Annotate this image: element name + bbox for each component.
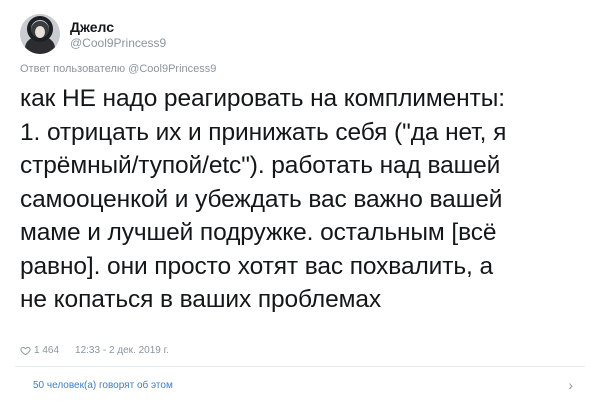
tweet-card: Джелс @Cool9Princess9 Ответ пользователю…	[0, 0, 600, 405]
author-handle[interactable]: @Cool9Princess9	[70, 36, 166, 50]
chevron-right-icon: ›	[568, 377, 573, 393]
like-count: 1 464	[34, 345, 60, 356]
heart-icon[interactable]	[20, 345, 31, 356]
timestamp[interactable]: 12:33 - 2 дек. 2019 г.	[75, 345, 169, 356]
reply-to-label: Ответ пользователю @Cool9Princess9	[20, 63, 217, 75]
conversation-link[interactable]: 50 человек(а) говорят об этом ›	[15, 372, 585, 398]
tweet-meta: 1 464 12:33 - 2 дек. 2019 г.	[20, 345, 169, 356]
author-display-name[interactable]: Джелс	[70, 19, 166, 35]
conversation-label: 50 человек(а) говорят об этом	[33, 379, 173, 391]
avatar[interactable]	[20, 14, 60, 54]
divider	[15, 366, 585, 367]
tweet-header: Джелс @Cool9Princess9	[20, 14, 420, 54]
author-names: Джелс @Cool9Princess9	[70, 19, 166, 50]
tweet-text: как НЕ надо реагировать на комплименты: …	[20, 85, 507, 313]
